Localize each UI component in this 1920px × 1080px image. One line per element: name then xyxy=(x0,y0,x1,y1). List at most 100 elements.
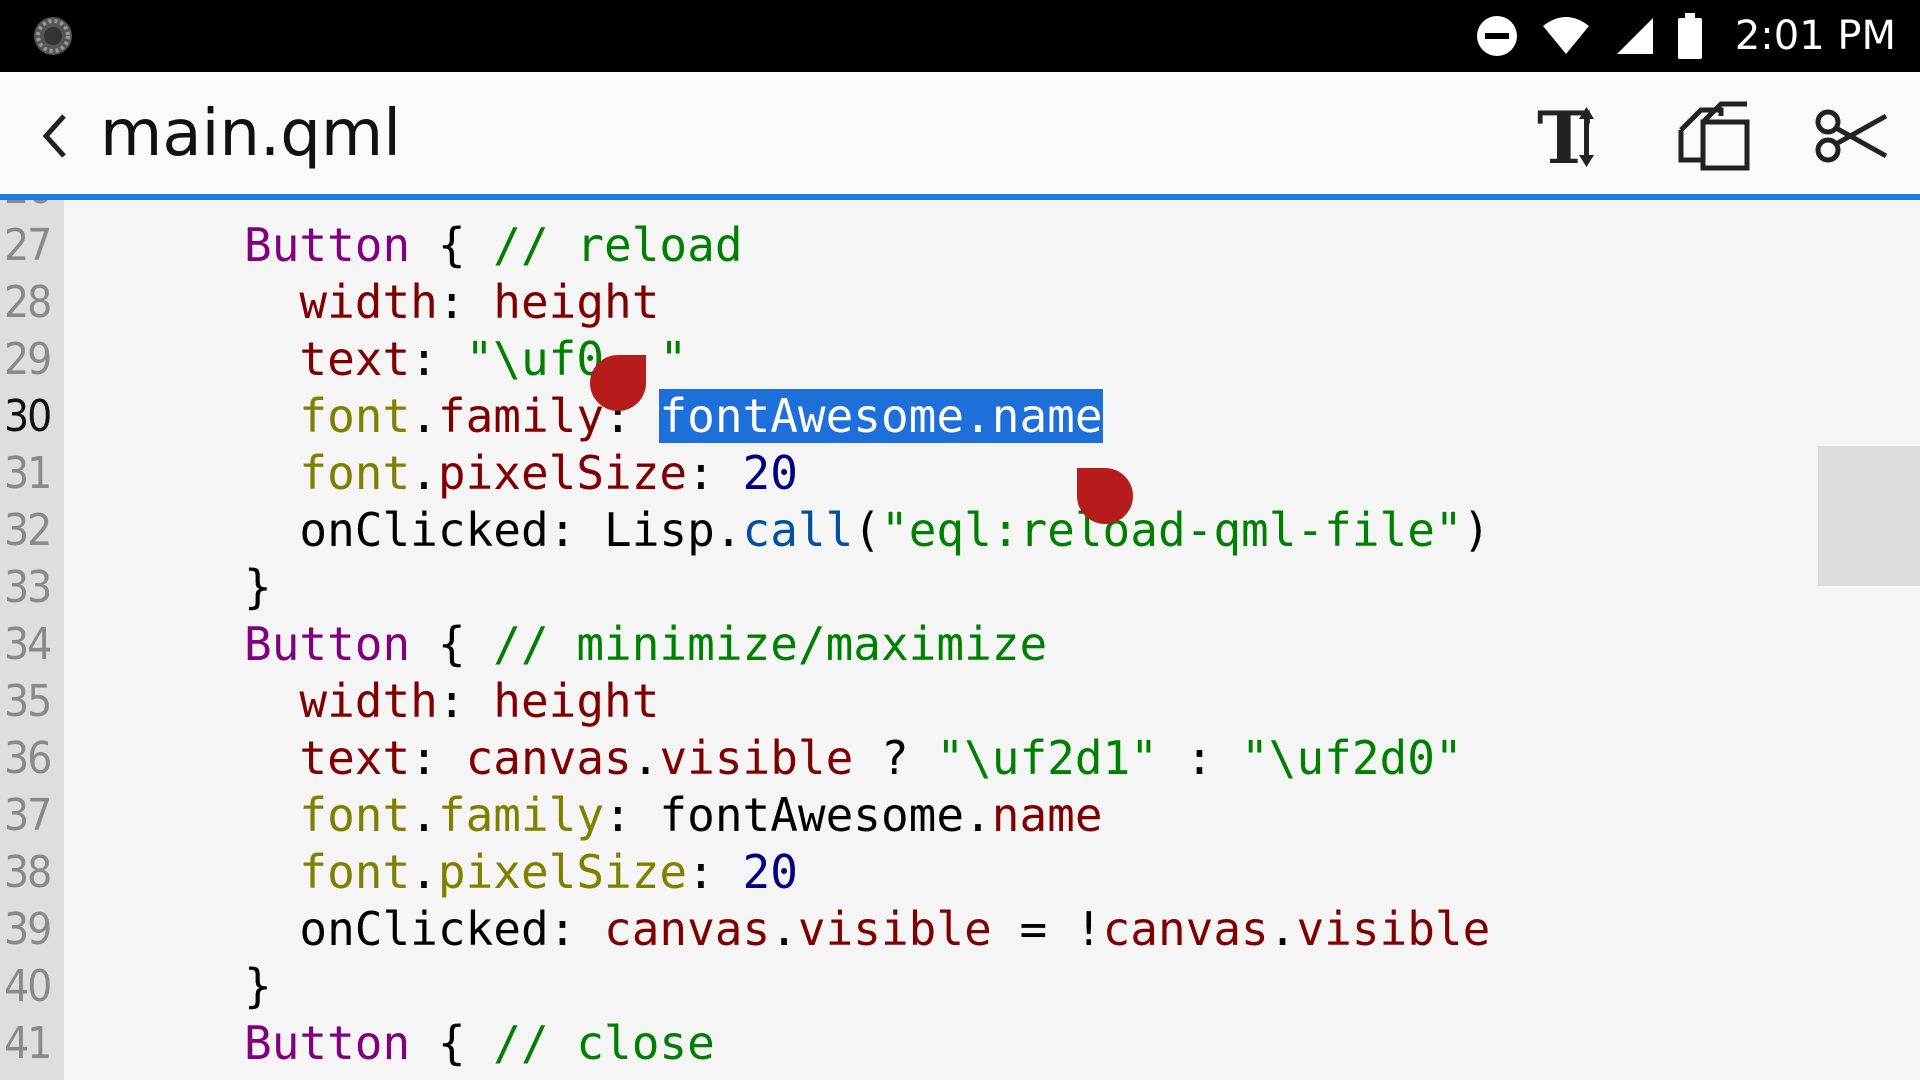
status-time: 2:01 PM xyxy=(1734,13,1896,59)
code-line[interactable]: 34 Button { // minimize/maximize xyxy=(0,616,1920,673)
code-token: visible xyxy=(659,731,854,785)
code-text[interactable]: Button { // close xyxy=(244,1015,715,1072)
line-number: 38 xyxy=(4,847,52,898)
code-token: "eql:reload-qml-file" xyxy=(881,503,1463,557)
code-token: text xyxy=(244,332,411,386)
code-token: name xyxy=(991,788,1103,842)
code-line[interactable]: 27 Button { // reload xyxy=(0,217,1920,274)
code-token: font xyxy=(244,446,411,500)
do-not-disturb-icon xyxy=(1476,16,1517,56)
chevron-left-icon[interactable] xyxy=(36,110,76,162)
line-number: 35 xyxy=(4,676,52,727)
code-token: "\uf2d1" xyxy=(936,731,1158,785)
code-token: : xyxy=(1157,731,1242,785)
code-text[interactable]: width: height xyxy=(244,673,659,730)
selection-end-handle[interactable] xyxy=(1077,468,1133,524)
code-text[interactable]: } xyxy=(244,958,272,1015)
code-token: : xyxy=(687,446,743,500)
selection-start-handle[interactable] xyxy=(590,355,646,411)
code-token: . xyxy=(1268,902,1297,956)
code-line[interactable]: 39 onClicked: canvas.visible = !canvas.v… xyxy=(0,901,1920,958)
code-line[interactable]: 36 text: canvas.visible ? "\uf2d1" : "\u… xyxy=(0,730,1920,787)
code-token: font xyxy=(244,788,411,842)
line-number: 27 xyxy=(4,220,52,271)
scrollbar-thumb[interactable] xyxy=(1818,446,1920,586)
code-text[interactable]: font.pixelSize: 20 xyxy=(244,445,798,502)
code-token: onClicked xyxy=(244,503,549,557)
code-lines[interactable]: 2627Button { // reload28 width: height29… xyxy=(0,200,1920,1072)
code-token: Button xyxy=(244,218,411,272)
wifi-icon xyxy=(1542,17,1589,54)
code-text[interactable]: onClicked: Lisp.call("eql:reload-qml-fil… xyxy=(244,502,1490,559)
code-text[interactable]: Button { // minimize/maximize xyxy=(244,616,1047,673)
code-token: height xyxy=(493,275,660,329)
code-token: 20 xyxy=(742,845,798,899)
code-token: family xyxy=(437,788,605,842)
code-token: : xyxy=(410,332,466,386)
code-token: visible xyxy=(797,902,992,956)
code-token: // close xyxy=(493,1016,715,1070)
code-token: } xyxy=(244,560,272,614)
line-number: 30 xyxy=(4,391,52,442)
code-token: // reload xyxy=(493,218,743,272)
code-line[interactable]: 26 xyxy=(0,200,1920,217)
code-text[interactable]: } xyxy=(244,559,272,616)
code-token: onClicked xyxy=(244,902,549,956)
code-token: pixelSize xyxy=(437,446,688,500)
code-token: : xyxy=(410,731,466,785)
code-token: { xyxy=(410,1016,494,1070)
line-number: 28 xyxy=(4,277,52,328)
code-text[interactable]: font.pixelSize: 20 xyxy=(244,844,798,901)
code-text[interactable]: onClicked: canvas.visible = !canvas.visi… xyxy=(244,901,1490,958)
code-token: canvas xyxy=(1102,902,1269,956)
code-text[interactable]: width: height xyxy=(244,274,659,331)
code-line[interactable]: 41 Button { // close xyxy=(0,1015,1920,1072)
code-text[interactable]: font.family: fontAwesome.name xyxy=(244,787,1103,844)
code-token: canvas xyxy=(465,731,632,785)
line-number: 29 xyxy=(4,334,52,385)
status-bar: 2:01 PM xyxy=(0,0,1920,72)
line-number: 34 xyxy=(4,619,52,670)
cut-button[interactable] xyxy=(1810,96,1894,176)
line-number: 39 xyxy=(4,904,52,955)
code-line[interactable]: 37 font.family: fontAwesome.name xyxy=(0,787,1920,844)
code-line[interactable]: 33} xyxy=(0,559,1920,616)
code-text[interactable]: font.family: fontAwesome.name xyxy=(244,388,1103,445)
code-line[interactable]: 28 width: height xyxy=(0,274,1920,331)
code-token: : xyxy=(687,845,743,899)
line-number: 36 xyxy=(4,733,52,784)
code-line[interactable]: 35 width: height xyxy=(0,673,1920,730)
code-token: : xyxy=(548,902,605,956)
code-token: : xyxy=(437,275,494,329)
cut-icon xyxy=(1815,109,1888,163)
code-token: } xyxy=(244,959,272,1013)
copy-button[interactable] xyxy=(1672,96,1756,176)
code-token: font xyxy=(244,389,411,443)
line-number: 32 xyxy=(4,505,52,556)
code-text[interactable]: Button { // reload xyxy=(244,217,743,274)
code-line[interactable]: 30 font.family: fontAwesome.name xyxy=(0,388,1920,445)
code-line[interactable]: 31 font.pixelSize: 20 xyxy=(0,445,1920,502)
code-token: ) xyxy=(1462,503,1491,557)
code-token: . xyxy=(410,389,438,443)
code-text[interactable]: text: canvas.visible ? "\uf2d1" : "\uf2d… xyxy=(244,730,1462,787)
code-token: . xyxy=(631,731,660,785)
line-number: 37 xyxy=(4,790,52,841)
code-line[interactable]: 29 text: "\uf0 " xyxy=(0,331,1920,388)
code-editor[interactable]: 2627Button { // reload28 width: height29… xyxy=(0,200,1920,1080)
code-token: . xyxy=(410,845,438,899)
text-size-button[interactable]: T xyxy=(1534,96,1618,176)
code-token: ? xyxy=(853,731,937,785)
code-token: canvas xyxy=(604,902,771,956)
code-token: : Lisp. xyxy=(548,503,743,557)
code-token: pixelSize xyxy=(437,845,688,899)
file-title: main.qml xyxy=(100,97,401,171)
code-token: . xyxy=(410,446,438,500)
code-token: height xyxy=(493,674,660,728)
code-token: // minimize/maximize xyxy=(493,617,1048,671)
code-token: "\uf0 xyxy=(465,332,605,386)
code-line[interactable]: 32 onClicked: Lisp.call("eql:reload-qml-… xyxy=(0,502,1920,559)
code-line[interactable]: 38 font.pixelSize: 20 xyxy=(0,844,1920,901)
code-line[interactable]: 40} xyxy=(0,958,1920,1015)
copy-icon xyxy=(1678,101,1750,171)
